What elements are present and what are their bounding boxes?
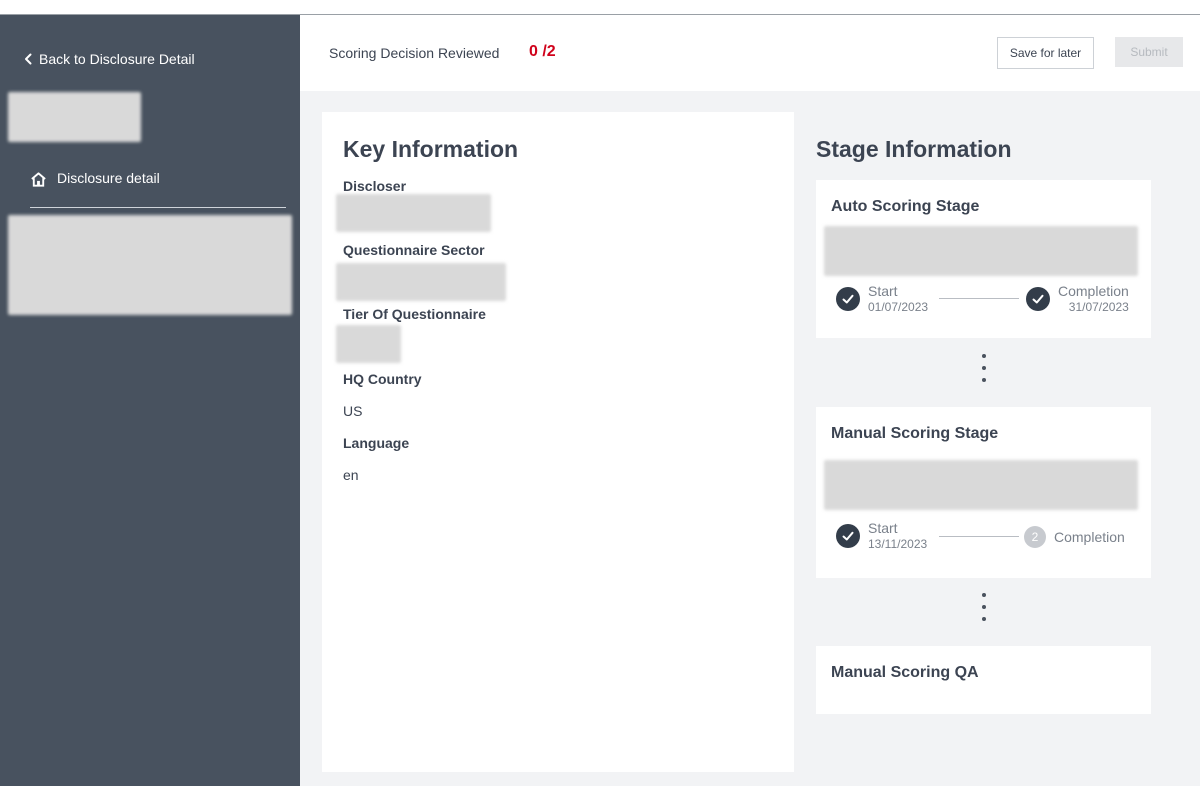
manual-scoring-qa-card: Manual Scoring QA bbox=[816, 646, 1151, 714]
check-circle-icon bbox=[836, 524, 860, 548]
step-connector bbox=[939, 536, 1019, 537]
stage-name: Manual Scoring Stage bbox=[831, 425, 999, 442]
submit-button[interactable]: Submit bbox=[1115, 37, 1183, 67]
step-number-icon: 2 bbox=[1024, 526, 1046, 548]
stage-name: Manual Scoring QA bbox=[831, 664, 979, 681]
sidebar-item-disclosure-detail[interactable]: Disclosure detail bbox=[30, 170, 286, 208]
questionnaire-sector-value-placeholder bbox=[336, 263, 506, 301]
completion-step-label: Completion bbox=[1054, 529, 1125, 545]
back-to-disclosure-link[interactable]: Back to Disclosure Detail bbox=[24, 51, 195, 67]
vertical-dots-connector bbox=[981, 593, 987, 621]
main-content: Scoring Decision Reviewed 0 /2 Save for … bbox=[300, 15, 1200, 786]
start-step: Start 13/11/2023 bbox=[836, 520, 927, 552]
home-icon bbox=[31, 172, 46, 187]
start-step-date: 01/07/2023 bbox=[868, 300, 929, 314]
completion-step-label: Completion bbox=[1058, 283, 1129, 299]
stage-information-title: Stage Information bbox=[816, 136, 1012, 162]
start-step-label: Start bbox=[868, 520, 898, 536]
sidebar-details-placeholder bbox=[8, 215, 292, 315]
language-label: Language bbox=[343, 435, 410, 451]
start-step-date: 13/11/2023 bbox=[868, 537, 928, 551]
save-for-later-button[interactable]: Save for later bbox=[997, 37, 1094, 69]
tier-of-questionnaire-label: Tier Of Questionnaire bbox=[343, 306, 486, 322]
vertical-dots-connector bbox=[981, 354, 987, 382]
chevron-left-icon bbox=[25, 53, 32, 65]
start-step-label: Start bbox=[868, 283, 898, 299]
stage-description-placeholder bbox=[824, 460, 1138, 510]
sidebar: Back to Disclosure Detail Disclosure det… bbox=[0, 15, 300, 786]
stage-description-placeholder bbox=[824, 226, 1138, 276]
key-information-title: Key Information bbox=[343, 136, 519, 162]
scoring-decision-count: 0 /2 bbox=[529, 43, 556, 60]
top-bar: Scoring Decision Reviewed 0 /2 Save for … bbox=[300, 15, 1200, 91]
scoring-decision-label: Scoring Decision Reviewed bbox=[329, 45, 500, 61]
stage-name: Auto Scoring Stage bbox=[831, 198, 980, 215]
step-connector bbox=[939, 298, 1019, 299]
window-top-edge bbox=[0, 0, 1200, 15]
language-value: en bbox=[343, 467, 359, 483]
sidebar-logo-placeholder bbox=[8, 92, 141, 142]
check-circle-icon bbox=[1026, 287, 1050, 311]
completion-step: 2 Completion bbox=[1024, 526, 1125, 548]
sidebar-item-label: Disclosure detail bbox=[57, 170, 160, 186]
tier-of-questionnaire-value-placeholder bbox=[336, 325, 401, 363]
start-step: Start 01/07/2023 bbox=[836, 283, 928, 315]
completion-step-date: 31/07/2023 bbox=[1068, 300, 1129, 314]
questionnaire-sector-label: Questionnaire Sector bbox=[343, 242, 485, 258]
completion-step: Completion 31/07/2023 bbox=[1026, 283, 1129, 315]
discloser-value-placeholder bbox=[336, 194, 491, 232]
check-circle-icon bbox=[836, 287, 860, 311]
back-link-label: Back to Disclosure Detail bbox=[39, 51, 195, 67]
key-information-card: Key Information Discloser Questionnaire … bbox=[322, 112, 794, 772]
discloser-label: Discloser bbox=[343, 178, 407, 194]
hq-country-value: US bbox=[343, 403, 363, 419]
manual-scoring-stage-card: Manual Scoring Stage Start 13/11/2023 2 … bbox=[816, 407, 1151, 578]
auto-scoring-stage-card: Auto Scoring Stage Start 01/07/2023 Comp… bbox=[816, 180, 1151, 338]
hq-country-label: HQ Country bbox=[343, 371, 422, 387]
